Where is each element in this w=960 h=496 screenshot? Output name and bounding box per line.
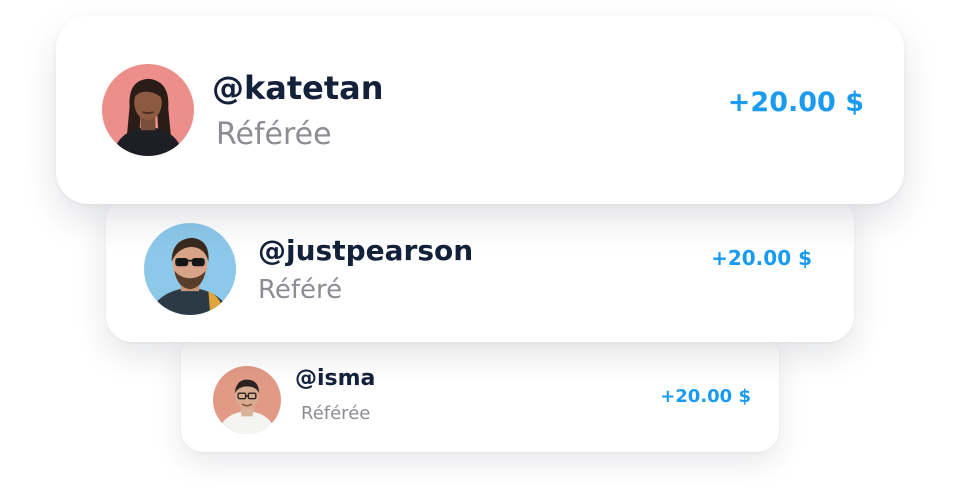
referral-handle: @justpearson (258, 233, 474, 267)
referral-status: Référée (301, 403, 371, 424)
referral-status: Référé (258, 274, 343, 305)
avatar-man-sunglasses-icon (144, 223, 236, 315)
avatar (102, 64, 194, 156)
referral-handle: @isma (295, 366, 376, 391)
referral-status: Référée (216, 116, 332, 152)
avatar (144, 223, 236, 315)
avatar (213, 366, 281, 434)
avatar-glasses-icon (213, 366, 281, 434)
referral-card-justpearson[interactable]: @justpearson Référé +20.00 $ (106, 196, 854, 342)
avatar-woman-icon (102, 64, 194, 156)
referral-card-isma[interactable]: @isma Référée +20.00 $ (181, 334, 779, 452)
referral-handle: @katetan (212, 68, 384, 107)
referral-amount: +20.00 $ (660, 386, 751, 407)
referral-amount: +20.00 $ (711, 246, 812, 270)
referral-card-katetan[interactable]: @katetan Référée +20.00 $ (56, 16, 904, 204)
referral-amount: +20.00 $ (727, 86, 864, 118)
